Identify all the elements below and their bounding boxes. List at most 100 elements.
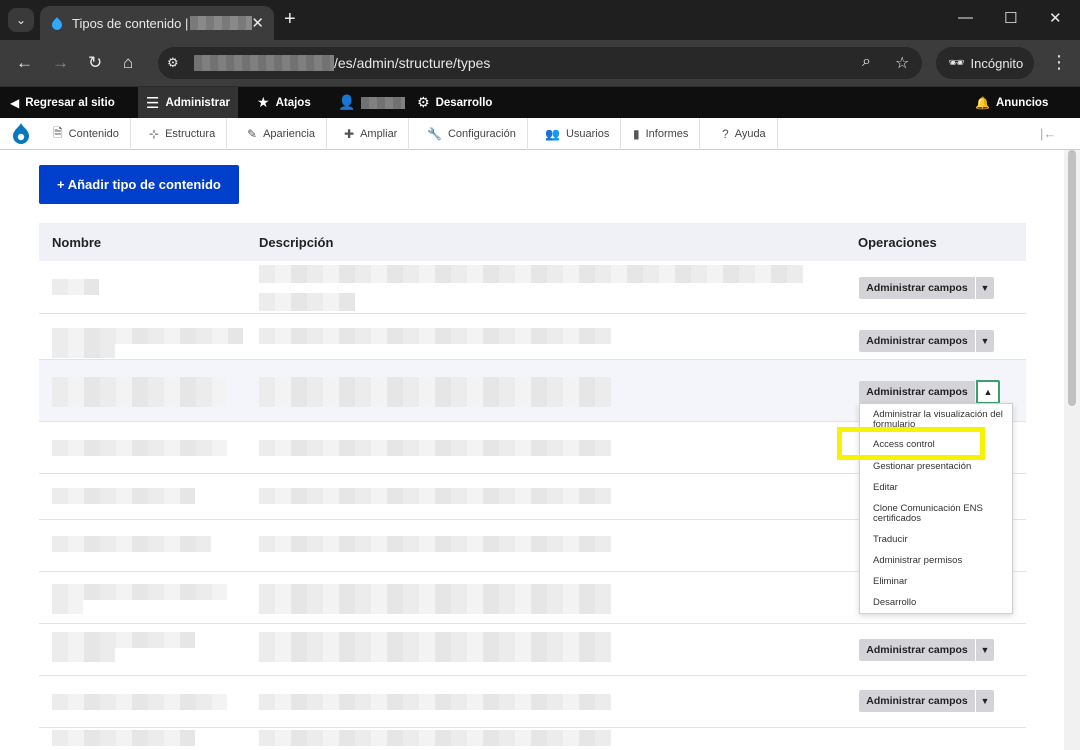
chevron-down-icon[interactable]: ▼ [976,330,994,352]
menu-item-edit[interactable]: Editar [873,483,1007,493]
back-to-site-link[interactable]: ◀ Regresar al sitio [10,87,115,118]
redacted-name [52,584,227,600]
menu-item-translate[interactable]: Traducir [873,535,1007,545]
redacted-name [52,279,99,295]
zoom-icon[interactable]: ⌕ [862,53,871,71]
manage-fields-button[interactable]: Administrar campos [859,690,975,712]
menu-item-manage-display[interactable]: Gestionar presentación [873,462,1007,472]
scroll-thumb[interactable] [1068,150,1076,406]
tray-item-appearance[interactable]: ✎ Apariencia [236,118,328,150]
toolbar-shortcuts[interactable]: ★ Atajos [257,87,311,118]
sitemap-icon: ⊹ [149,127,160,141]
manage-fields-button[interactable]: Administrar campos [859,330,975,352]
redacted-description [259,293,355,311]
chevron-down-icon[interactable]: ▼ [976,690,994,712]
bar-chart-icon: ▮ [633,127,640,141]
toolbar-devel[interactable]: ⚙ Desarrollo [417,87,492,118]
chevron-down-icon[interactable]: ▼ [976,277,994,299]
close-window-icon[interactable]: ✕ [1049,9,1062,27]
collapse-tray-icon[interactable]: |← [1040,126,1056,141]
tray-item-label: Apariencia [263,128,316,140]
close-tab-icon[interactable]: ✕ [251,14,264,32]
redacted-name [52,600,83,614]
new-tab-icon[interactable]: + [284,8,296,31]
column-header-operations: Operaciones [858,235,937,250]
bookmark-star-icon[interactable]: ☆ [895,53,909,73]
page-scrollbar[interactable] [1064,150,1080,750]
back-icon[interactable]: ← [16,53,33,73]
tray-item-label: Informes [645,128,689,140]
bell-icon: 🔔 [975,95,990,110]
toolbar-shortcuts-label: Atajos [275,96,311,109]
tray-item-help[interactable]: ? Ayuda [711,118,778,150]
redacted-description [259,694,611,710]
url-text: /es/admin/structure/types [334,55,491,71]
redacted-description [259,730,611,746]
tray-item-structure[interactable]: ⊹ Estructura [138,118,228,150]
minimize-icon[interactable]: — [958,9,973,26]
redacted-site-name [190,16,253,30]
menu-item-clone[interactable]: Clone Comunicación ENS certificados [873,504,1007,523]
toolbar-user[interactable]: 👤 [338,87,406,118]
menu-item-devel[interactable]: Desarrollo [873,598,1007,608]
maximize-icon[interactable]: ☐ [1004,9,1017,27]
forward-icon[interactable]: → [52,53,69,73]
add-content-type-button[interactable]: + Añadir tipo de contenido [39,165,239,204]
star-icon: ★ [257,94,270,110]
admin-menu-tray: 🗎 Contenido ⊹ Estructura ✎ Apariencia ✚ … [0,118,1080,150]
tray-item-extend[interactable]: ✚ Ampliar [333,118,410,150]
table-row [39,728,1026,750]
tray-item-people[interactable]: 👥 Usuarios [534,118,622,150]
chevron-down-icon[interactable]: ▼ [976,639,994,661]
browser-tab-active[interactable]: Tipos de contenido | ✕ [40,6,274,40]
operations-dropbutton: Administrar campos ▼ [859,690,994,712]
tray-item-label: Configuración [447,128,516,140]
redacted-name [52,632,195,648]
toolbar-manage[interactable]: ☰ Administrar [138,87,238,118]
drupal-logo-icon[interactable] [10,122,32,146]
redacted-description [259,328,611,344]
manage-fields-button[interactable]: Administrar campos [859,277,975,299]
toolbar-devel-label: Desarrollo [435,96,493,109]
column-header-description: Descripción [259,235,334,250]
redacted-description [259,536,611,552]
redacted-name [52,648,115,662]
redacted-description [259,265,803,283]
table-row: Administrar campos ▼ [39,676,1026,728]
operations-dropbutton: Administrar campos ▼ [859,277,994,299]
chevron-up-icon[interactable]: ▲ [976,380,1000,404]
menu-item-manage-permissions[interactable]: Administrar permisos [873,556,1007,566]
redacted-name [52,377,227,407]
redacted-description [259,440,611,456]
redacted-name [52,488,195,504]
redacted-description [259,632,611,662]
tray-item-content[interactable]: 🗎 Contenido [42,118,131,150]
gear-icon: ⚙ [417,94,430,110]
redacted-name [52,536,211,552]
menu-item-delete[interactable]: Eliminar [873,577,1007,587]
site-info-icon[interactable]: ⚙ [167,55,179,71]
home-icon[interactable]: ⌂ [123,53,133,73]
table-row: Administrar campos ▼ [39,261,1026,314]
tray-item-reports[interactable]: ▮ Informes [622,118,701,150]
manage-fields-button[interactable]: Administrar campos [859,381,975,403]
tray-item-configuration[interactable]: 🔧 Configuración [416,118,528,150]
back-arrow-icon: ◀ [10,95,20,110]
tab-search-icon[interactable]: ⌄ [8,8,34,32]
manage-fields-button[interactable]: Administrar campos [859,639,975,661]
address-bar-row: ← → ↻ ⌂ ⚙ /es/admin/structure/types ⌕ ☆ … [0,40,1080,86]
incognito-badge[interactable]: 🕶 Incógnito [936,47,1034,79]
toolbar-announcements-label: Anuncios [995,96,1049,109]
toolbar-announcements[interactable]: 🔔 Anuncios [975,87,1048,118]
redacted-description [259,377,611,407]
redacted-name [52,328,243,344]
tab-title: Tipos de contenido | [72,15,189,31]
tray-item-label: Ampliar [360,128,398,140]
puzzle-icon: ✚ [344,127,355,141]
drupal-admin-toolbar: ◀ Regresar al sitio ☰ Administrar ★ Ataj… [0,87,1080,118]
url-input[interactable]: ⚙ /es/admin/structure/types ⌕ ☆ [158,47,922,79]
table-row: Administrar campos ▼ [39,624,1026,676]
browser-menu-icon[interactable]: ⋮ [1050,52,1068,73]
reload-icon[interactable]: ↻ [88,53,102,73]
redacted-name [52,730,195,746]
